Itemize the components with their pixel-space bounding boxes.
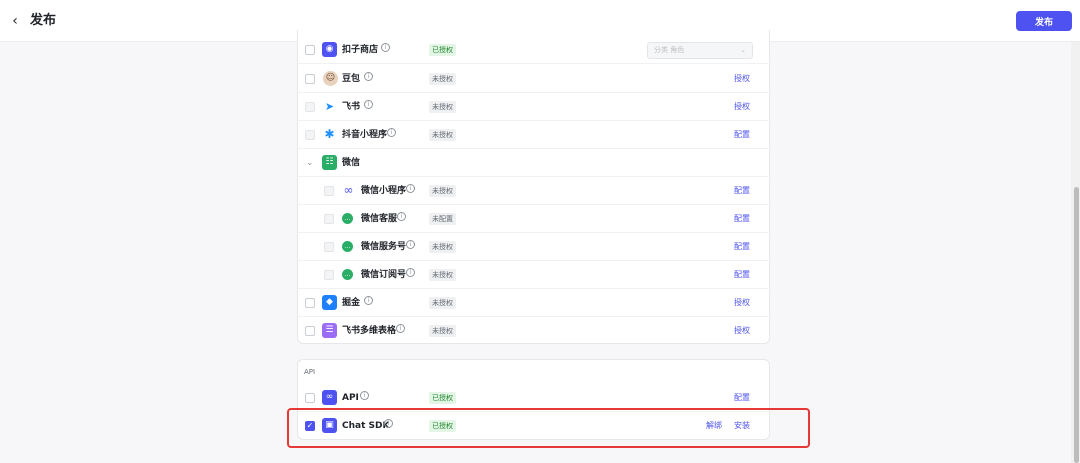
configure-link[interactable]: 配置 bbox=[734, 185, 750, 197]
channel-name: 抖音小程序 bbox=[342, 130, 388, 140]
section-label-api: API bbox=[304, 368, 316, 376]
wechat-icon: ☷ bbox=[322, 155, 337, 170]
info-icon[interactable]: i bbox=[406, 268, 415, 277]
channel-checkbox[interactable] bbox=[324, 242, 334, 252]
configure-link[interactable]: 配置 bbox=[734, 241, 750, 253]
channel-row-wechat-subscription: … 微信订阅号 i 未授权 配置 bbox=[298, 261, 771, 289]
channel-row-doubao: ☺ 豆包 i 未授权 授权 bbox=[298, 65, 771, 93]
authorize-link[interactable]: 授权 bbox=[734, 101, 750, 113]
feishu-bitable-icon: ☰ bbox=[322, 323, 337, 338]
channel-row-wechat-miniapp: ∞ 微信小程序 i 未授权 配置 bbox=[298, 177, 771, 205]
juejin-icon: ◆ bbox=[322, 295, 337, 310]
channel-checkbox[interactable] bbox=[305, 298, 315, 308]
info-icon[interactable]: i bbox=[364, 100, 373, 109]
wechat-service-icon: … bbox=[342, 213, 353, 224]
info-icon[interactable]: i bbox=[406, 184, 415, 193]
channel-name: 扣子商店 bbox=[342, 45, 379, 55]
wechat-miniapp-icon: ∞ bbox=[343, 183, 354, 197]
info-icon[interactable]: i bbox=[364, 296, 373, 305]
channel-checkbox[interactable] bbox=[305, 45, 315, 55]
authorize-link[interactable]: 授权 bbox=[734, 73, 750, 85]
configure-link[interactable]: 配置 bbox=[734, 269, 750, 281]
channel-name: 微信小程序 bbox=[361, 186, 407, 196]
api-link-icon: ∞ bbox=[322, 390, 337, 405]
chevron-left-icon: ‹ bbox=[12, 13, 18, 29]
channel-row-feishu: ➤ 飞书 i 未授权 授权 bbox=[298, 93, 771, 121]
channel-checkbox[interactable] bbox=[305, 102, 315, 112]
authorize-link[interactable]: 授权 bbox=[734, 297, 750, 309]
chevron-down-icon[interactable]: ⌄ bbox=[306, 156, 314, 170]
info-icon[interactable]: i bbox=[360, 391, 369, 400]
channel-checkbox[interactable] bbox=[305, 130, 315, 140]
channel-row-feishu-bitable: ☰ 飞书多维表格 i 未授权 授权 bbox=[298, 317, 771, 345]
channel-name: 微信订阅号 bbox=[361, 270, 407, 280]
page-title: 发布 bbox=[30, 13, 57, 28]
channel-name: API bbox=[342, 393, 359, 403]
channel-row-coze-store: ◉ 扣子商店 i 已授权 分类 角色 ⌄ bbox=[298, 36, 771, 64]
info-icon[interactable]: i bbox=[397, 212, 406, 221]
status-badge: 未授权 bbox=[429, 325, 456, 337]
highlight-box bbox=[287, 408, 810, 448]
channel-name: 掘金 bbox=[342, 298, 361, 308]
status-badge: 未配置 bbox=[429, 213, 456, 225]
info-icon[interactable]: i bbox=[387, 128, 396, 137]
channel-row-douyin-miniapp: ✱ 抖音小程序 i 未授权 配置 bbox=[298, 121, 771, 149]
channel-checkbox[interactable] bbox=[305, 74, 315, 84]
wechat-official-icon: … bbox=[342, 241, 353, 252]
status-badge: 未授权 bbox=[429, 73, 456, 85]
channel-checkbox[interactable] bbox=[324, 214, 334, 224]
channel-group-wechat[interactable]: ⌄ ☷ 微信 bbox=[298, 149, 771, 177]
status-badge: 未授权 bbox=[429, 297, 456, 309]
channel-checkbox[interactable] bbox=[324, 270, 334, 280]
api-checkbox[interactable] bbox=[305, 393, 315, 403]
channel-name: 豆包 bbox=[342, 74, 361, 84]
group-name: 微信 bbox=[342, 158, 361, 168]
channel-name: 微信客服 bbox=[361, 214, 398, 224]
chevron-down-icon: ⌄ bbox=[740, 46, 746, 54]
configure-link[interactable]: 配置 bbox=[734, 392, 750, 404]
channel-name: 微信服务号 bbox=[361, 242, 407, 252]
status-badge: 未授权 bbox=[429, 241, 456, 253]
channel-checkbox[interactable] bbox=[324, 186, 334, 196]
channel-name: 飞书多维表格 bbox=[342, 326, 397, 336]
channel-row-wechat-official: … 微信服务号 i 未授权 配置 bbox=[298, 233, 771, 261]
status-badge: 未授权 bbox=[429, 269, 456, 281]
scrollbar-thumb[interactable] bbox=[1074, 187, 1079, 463]
configure-link[interactable]: 配置 bbox=[734, 129, 750, 141]
back-button[interactable]: ‹ bbox=[6, 11, 24, 31]
status-badge: 未授权 bbox=[429, 185, 456, 197]
publish-button[interactable]: 发布 bbox=[1016, 11, 1072, 31]
status-badge: 已授权 bbox=[429, 44, 456, 56]
info-icon[interactable]: i bbox=[396, 324, 405, 333]
authorize-link[interactable]: 授权 bbox=[734, 325, 750, 337]
channel-list-panel: ◉ 扣子商店 i 已授权 分类 角色 ⌄ ☺ 豆包 i 未授权 授权 ➤ 飞书 i… bbox=[297, 30, 771, 345]
doubao-avatar-icon: ☺ bbox=[323, 71, 338, 86]
info-icon[interactable]: i bbox=[364, 72, 373, 81]
feishu-icon: ➤ bbox=[324, 100, 335, 113]
configure-link[interactable]: 配置 bbox=[734, 213, 750, 225]
channel-checkbox[interactable] bbox=[305, 326, 315, 336]
channel-row-juejin: ◆ 掘金 i 未授权 授权 bbox=[298, 289, 771, 317]
info-icon[interactable]: i bbox=[406, 240, 415, 249]
coze-store-icon: ◉ bbox=[322, 42, 337, 57]
status-badge: 已授权 bbox=[429, 392, 456, 404]
info-icon[interactable]: i bbox=[381, 43, 390, 52]
channel-row-wechat-service: … 微信客服 i 未配置 配置 bbox=[298, 205, 771, 233]
douyin-miniapp-icon: ✱ bbox=[324, 127, 335, 141]
status-badge: 未授权 bbox=[429, 101, 456, 113]
channel-name: 飞书 bbox=[342, 102, 361, 112]
wechat-subscription-icon: … bbox=[342, 269, 353, 280]
category-select[interactable]: 分类 角色 ⌄ bbox=[647, 42, 753, 59]
status-badge: 未授权 bbox=[429, 129, 456, 141]
